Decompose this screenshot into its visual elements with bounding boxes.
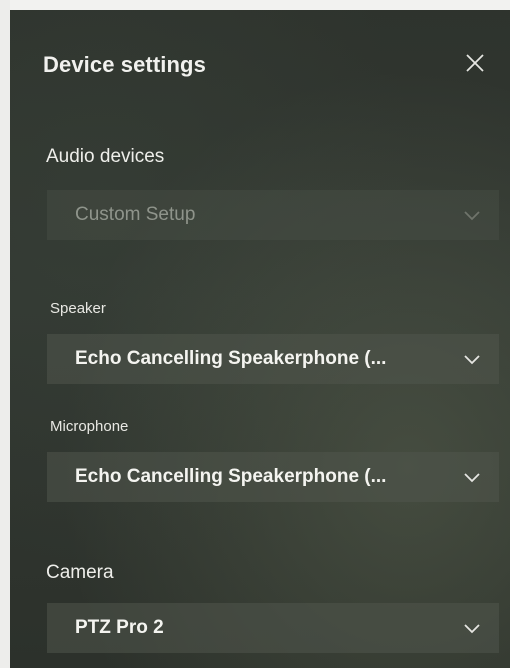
close-button[interactable] — [462, 50, 488, 76]
panel-title: Device settings — [43, 52, 206, 77]
close-icon — [466, 54, 484, 72]
chevron-down-icon — [464, 473, 480, 483]
chevron-down-icon — [464, 211, 480, 221]
chevron-down-icon — [464, 624, 480, 634]
audio-devices-label: Audio devices — [46, 146, 165, 167]
camera-label: Camera — [46, 562, 114, 583]
audio-devices-value: Custom Setup — [75, 204, 196, 225]
speaker-value: Echo Cancelling Speakerphone (... — [75, 348, 387, 369]
microphone-dropdown[interactable]: Echo Cancelling Speakerphone (... — [47, 452, 499, 502]
device-settings-panel: Device settings Audio devices Custom Set… — [0, 0, 510, 668]
camera-dropdown[interactable]: PTZ Pro 2 — [47, 603, 499, 653]
microphone-label: Microphone — [50, 418, 129, 435]
microphone-value: Echo Cancelling Speakerphone (... — [75, 466, 387, 487]
speaker-label: Speaker — [50, 300, 106, 317]
chevron-down-icon — [464, 355, 480, 365]
audio-devices-dropdown: Custom Setup — [47, 190, 499, 240]
speaker-dropdown[interactable]: Echo Cancelling Speakerphone (... — [47, 334, 499, 384]
camera-value: PTZ Pro 2 — [75, 617, 164, 638]
window-frame-left — [0, 0, 10, 668]
window-frame-top — [0, 0, 510, 10]
